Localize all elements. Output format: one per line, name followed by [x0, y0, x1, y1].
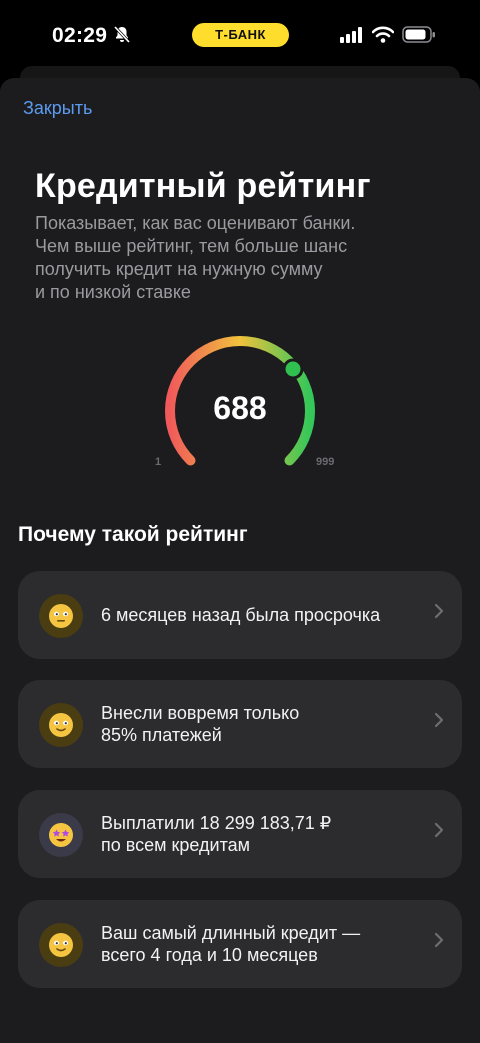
reason-line: по всем кредитам: [101, 835, 250, 855]
gauge-marker: [282, 358, 304, 380]
subtitle-line: Чем выше рейтинг, тем больше шанс: [35, 236, 348, 256]
reason-line: Выплатили 18 299 183,71 ₽: [101, 813, 332, 833]
reason-text: Внесли вовремя только 85% платежей: [101, 702, 299, 746]
page-title: Кредитный рейтинг: [35, 167, 371, 205]
battery-icon: [402, 26, 436, 49]
chevron-right-icon: [434, 932, 444, 953]
signal-icon: [340, 27, 364, 48]
reason-text: Ваш самый длинный кредит — всего 4 года …: [101, 922, 360, 966]
reason-card-total-paid[interactable]: Выплатили 18 299 183,71 ₽ по всем кредит…: [18, 790, 462, 878]
smile-face-icon: [39, 923, 83, 967]
bell-slash-icon: [113, 25, 131, 49]
reason-line: всего 4 года и 10 месяцев: [101, 945, 318, 965]
reason-line: Ваш самый длинный кредит —: [101, 923, 361, 943]
reason-line: 6 месяцев назад была просрочка: [101, 605, 381, 625]
chevron-right-icon: [434, 603, 444, 624]
gauge-min-label: 1: [155, 456, 162, 468]
reason-text: Выплатили 18 299 183,71 ₽ по всем кредит…: [101, 812, 331, 856]
neutral-face-icon: [39, 594, 83, 638]
chevron-right-icon: [434, 712, 444, 733]
close-button[interactable]: Закрыть: [23, 98, 92, 119]
section-title: Почему такой рейтинг: [18, 523, 248, 546]
reason-line: 85% платежей: [101, 725, 222, 745]
subtitle-line: и по низкой ставке: [35, 282, 191, 302]
subtitle-line: получить кредит на нужную сумму: [35, 259, 323, 279]
credit-score-gauge: 688 1 999: [150, 330, 334, 480]
subtitle-line: Показывает, как вас оценивают банки.: [35, 213, 356, 233]
gauge-max-label: 999: [316, 456, 335, 468]
bank-badge: Т-БАНК: [192, 23, 289, 47]
star-eyes-face-icon: [39, 813, 83, 857]
reason-card-late-payment[interactable]: 6 месяцев назад была просрочка: [18, 571, 462, 659]
smile-face-icon: [39, 703, 83, 747]
reason-line: Внесли вовремя только: [101, 703, 300, 723]
reason-text: 6 месяцев назад была просрочка: [101, 604, 380, 626]
credit-score-value: 688: [213, 390, 267, 426]
wifi-icon: [371, 26, 395, 48]
reason-card-on-time-payments[interactable]: Внесли вовремя только 85% платежей: [18, 680, 462, 768]
chevron-right-icon: [434, 822, 444, 843]
status-bar: 02:29 Т-БАНК: [0, 0, 480, 70]
status-time: 02:29: [52, 24, 108, 47]
reason-card-longest-credit[interactable]: Ваш самый длинный кредит — всего 4 года …: [18, 900, 462, 988]
page-subtitle: Показывает, как вас оценивают банки. Чем…: [35, 212, 445, 304]
